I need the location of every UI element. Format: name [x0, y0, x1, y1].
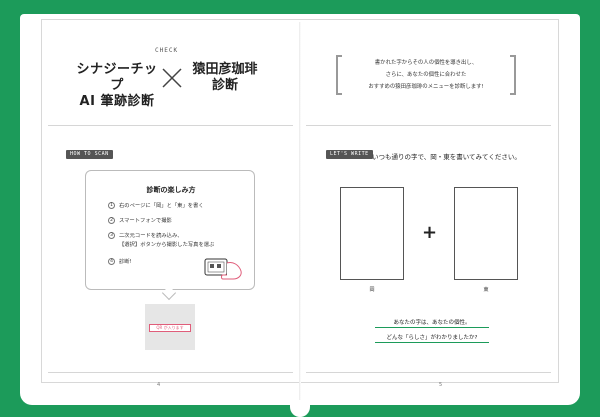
page-number-left: 4	[157, 382, 161, 388]
quote-line: さらに、あなたの個性に合わせた	[385, 72, 467, 78]
footer-rule-left	[48, 372, 293, 373]
cross-icon	[162, 68, 182, 88]
step-number: 3	[108, 232, 115, 239]
write-box-oka[interactable]	[340, 187, 404, 280]
result-underline	[375, 327, 489, 328]
step-number: 4	[108, 258, 115, 265]
step-item: 4 診断!	[108, 258, 132, 266]
write-box-higashi[interactable]	[454, 187, 518, 280]
write-box-higashi-label: 東	[483, 287, 489, 293]
how-to-scan-tag: HOW TO SCAN	[66, 150, 113, 159]
step-text: 診断!	[119, 259, 132, 265]
step-item: 3 二次元コードを読み込み、	[108, 232, 183, 240]
card-title: 診断の楽しみ方	[146, 186, 196, 194]
title-left: シナジーチップ AI 筆跡診断	[72, 62, 162, 110]
step-text: 二次元コードを読み込み、	[119, 233, 183, 239]
title-right: 猿田彦珈琲 診断	[189, 62, 261, 94]
quote-bracket-right	[510, 55, 516, 95]
write-box-oka-label: 岡	[369, 287, 375, 293]
result-underline	[375, 342, 489, 343]
result-line-2: どんな「らしさ」がわかりましたか?	[386, 335, 478, 341]
step-item-continued: 【選択】ボタンから撮影した写真を選ぶ	[119, 241, 214, 249]
step-text: 右のページに「岡」と「東」を書く	[119, 203, 204, 209]
book-spine	[299, 22, 301, 402]
lets-write-tag: LET'S WRITE	[326, 150, 373, 159]
quote-text: 書かれた字からその人の個性を導き出し、 さらに、あなたの個性に合わせた おすすめ…	[346, 57, 506, 93]
write-instruction: いつも通りの字で、岡・東を書いてみてください。	[372, 153, 521, 161]
quote-line: おすすめの猿田彦珈琲のメニューを診断します!	[368, 84, 484, 90]
divider-left	[48, 125, 293, 126]
title-right-line2: 診断	[211, 78, 238, 93]
check-tag: CHECK	[155, 47, 179, 54]
step-text: 【選択】ボタンから撮影した写真を選ぶ	[119, 242, 215, 248]
quote-bracket-left	[336, 55, 342, 95]
title-left-line2: AI 筆跡診断	[79, 94, 155, 109]
quote-line: 書かれた字からその人の個性を導き出し、	[374, 60, 478, 66]
result-line-1: あなたの字は、あなたの個性。	[393, 320, 471, 326]
intro-quote: 書かれた字からその人の個性を導き出し、 さらに、あなたの個性に合わせた おすすめ…	[336, 55, 516, 95]
plus-sign: +	[422, 222, 438, 243]
divider-right	[306, 125, 551, 126]
step-number: 1	[108, 202, 115, 209]
step-text: スマートフォンで撮影	[119, 218, 172, 224]
step-item: 1 右のページに「岡」と「東」を書く	[108, 202, 204, 210]
step-item: 2 スマートフォンで撮影	[108, 217, 172, 225]
title-right-line1: 猿田彦珈琲	[192, 62, 258, 77]
qr-label: QR が入ります	[149, 324, 191, 332]
phone-hand-icon	[204, 258, 242, 280]
footer-rule-right	[306, 372, 551, 373]
title-left-line1: シナジーチップ	[76, 62, 158, 93]
page-number-right: 5	[439, 382, 443, 388]
step-number: 2	[108, 217, 115, 224]
